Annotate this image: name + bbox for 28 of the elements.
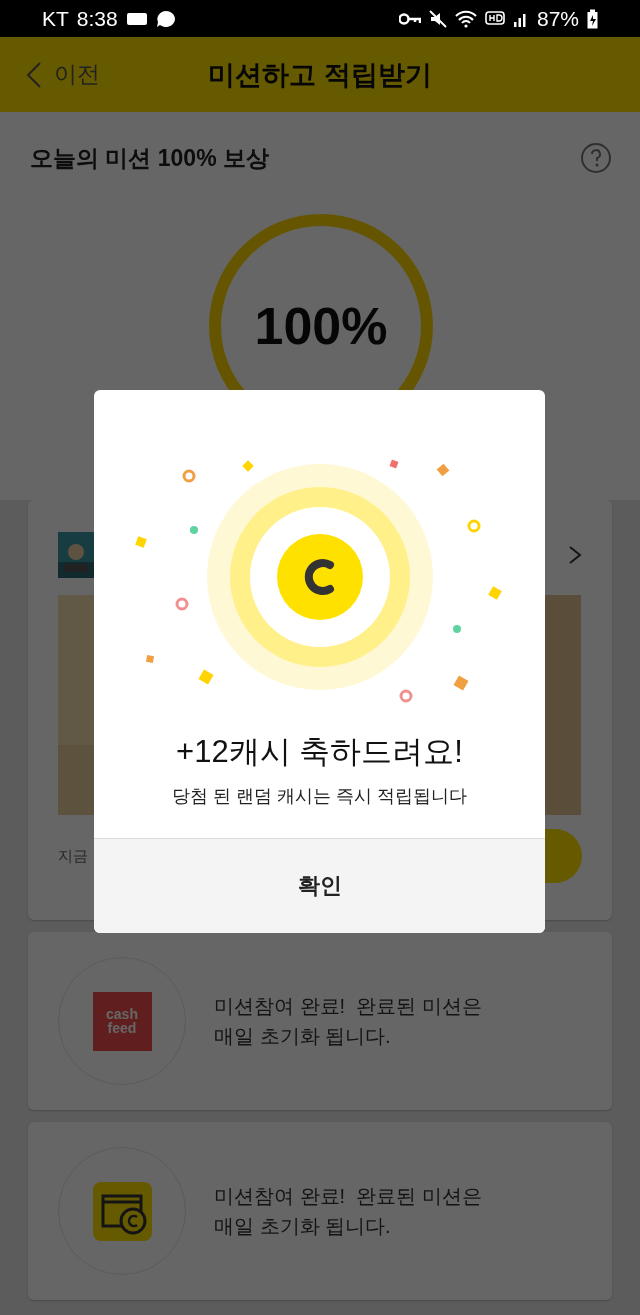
back-chevron-icon [26, 60, 42, 89]
cash-app-icon [125, 11, 148, 26]
hd-icon [484, 9, 505, 28]
back-button[interactable]: 이전 [26, 59, 100, 90]
mission-text: 미션참여 완료! 완료된 미션은 매일 초기화 됩니다. [214, 994, 482, 1049]
battery-text: 87% [536, 6, 579, 31]
key-icon [398, 12, 421, 25]
page-title: 미션하고 적립받기 [208, 58, 432, 92]
progress-percent: 100% [254, 296, 388, 356]
wifi-icon [454, 9, 477, 28]
caption-text: 지금 [58, 846, 88, 866]
chat-bubble-icon [155, 9, 176, 28]
chevron-right-icon [568, 545, 582, 565]
dialog-title: +12캐시 축하드려요! [176, 733, 463, 771]
help-icon [580, 142, 612, 174]
mission-text: 미션참여 완료! 완료된 미션은 매일 초기화 됩니다. [214, 1184, 482, 1239]
mute-icon [428, 9, 447, 28]
wallet-coin-icon [92, 1181, 152, 1241]
app-logo: cash feed [92, 991, 152, 1051]
clock-text: 8:38 [76, 6, 118, 31]
mission-card[interactable]: cash feed 미션참여 완료! 완료된 미션은 매일 초기화 됩니다. [28, 932, 612, 1110]
reward-title: 오늘의 미션 100% 보상 [30, 143, 269, 173]
dialog-message: 당첨 된 랜덤 캐시는 즉시 적립됩니다 [172, 785, 467, 808]
battery-charging-icon [587, 8, 598, 29]
carrier-text: KT [42, 6, 69, 31]
mission-card[interactable]: 미션참여 완료! 완료된 미션은 매일 초기화 됩니다. [28, 1122, 612, 1300]
confirm-button[interactable]: 확인 [94, 838, 545, 933]
coin-icon [207, 464, 433, 690]
